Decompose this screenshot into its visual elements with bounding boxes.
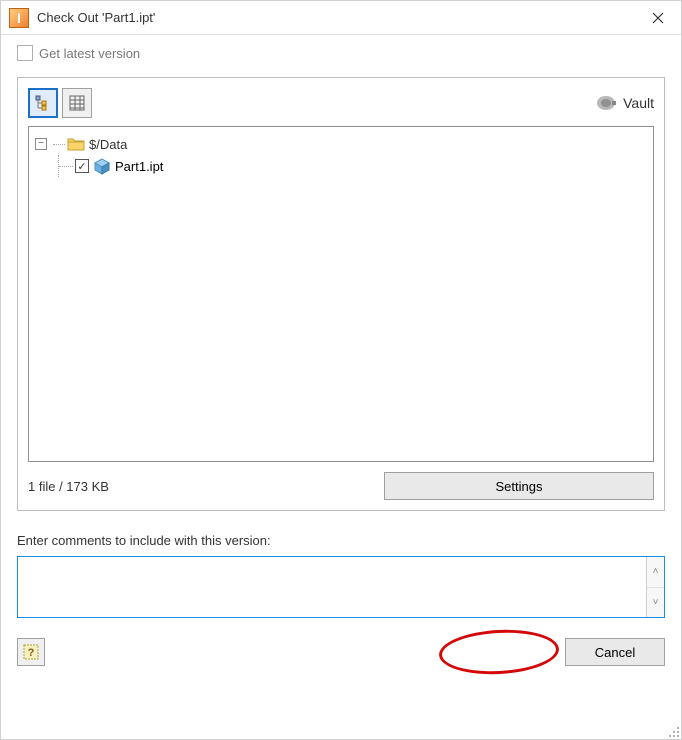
tree-item-checkbox[interactable]: ✓	[75, 159, 89, 173]
ok-button-placeholder[interactable]	[455, 638, 555, 666]
status-row: 1 file / 173 KB Settings	[28, 472, 654, 500]
tree-view-button[interactable]	[28, 88, 58, 118]
svg-text:?: ?	[28, 647, 35, 659]
vault-indicator[interactable]: Vault	[595, 94, 654, 112]
scroll-up-icon[interactable]: ˄	[647, 557, 664, 588]
file-tree[interactable]: − $/Data ✓	[28, 126, 654, 462]
get-latest-checkbox[interactable]	[17, 45, 33, 61]
scroll-down-icon[interactable]: ˅	[647, 588, 664, 618]
get-latest-label: Get latest version	[39, 46, 140, 61]
titlebar: I Check Out 'Part1.ipt'	[1, 1, 681, 35]
collapse-icon[interactable]: −	[35, 138, 47, 150]
comments-box: ˄ ˅	[17, 556, 665, 618]
tree-item-row[interactable]: ✓ Part1.ipt	[53, 155, 647, 177]
view-toolbar: Vault	[28, 88, 654, 118]
close-icon	[652, 12, 664, 24]
tree-item-label: Part1.ipt	[115, 159, 163, 174]
part-icon	[93, 157, 111, 175]
help-icon: ?	[22, 643, 40, 661]
vault-icon	[595, 94, 617, 112]
settings-button[interactable]: Settings	[384, 472, 654, 500]
tree-root-label: $/Data	[89, 137, 127, 152]
cancel-button[interactable]: Cancel	[565, 638, 665, 666]
comments-scroll: ˄ ˅	[646, 557, 664, 617]
checkout-dialog: I Check Out 'Part1.ipt' Get latest versi…	[0, 0, 682, 740]
comments-textarea[interactable]	[18, 557, 646, 617]
file-count-text: 1 file / 173 KB	[28, 479, 384, 494]
get-latest-row: Get latest version	[17, 45, 665, 61]
annotation-ellipse	[438, 627, 560, 677]
folder-icon	[67, 137, 85, 151]
comments-label: Enter comments to include with this vers…	[17, 533, 665, 548]
close-button[interactable]	[635, 2, 681, 34]
resize-grip[interactable]	[668, 726, 680, 738]
dialog-content: Get latest version	[1, 35, 681, 739]
file-panel: Vault − $/Data ✓	[17, 77, 665, 511]
list-view-button[interactable]	[62, 88, 92, 118]
dialog-footer: ? Cancel	[17, 638, 665, 666]
tree-root-row[interactable]: − $/Data	[35, 133, 647, 155]
list-view-icon	[68, 94, 86, 112]
window-title: Check Out 'Part1.ipt'	[37, 10, 635, 25]
help-button[interactable]: ?	[17, 638, 45, 666]
inventor-icon: I	[9, 8, 29, 28]
tree-view-icon	[34, 94, 52, 112]
vault-label: Vault	[623, 95, 654, 111]
